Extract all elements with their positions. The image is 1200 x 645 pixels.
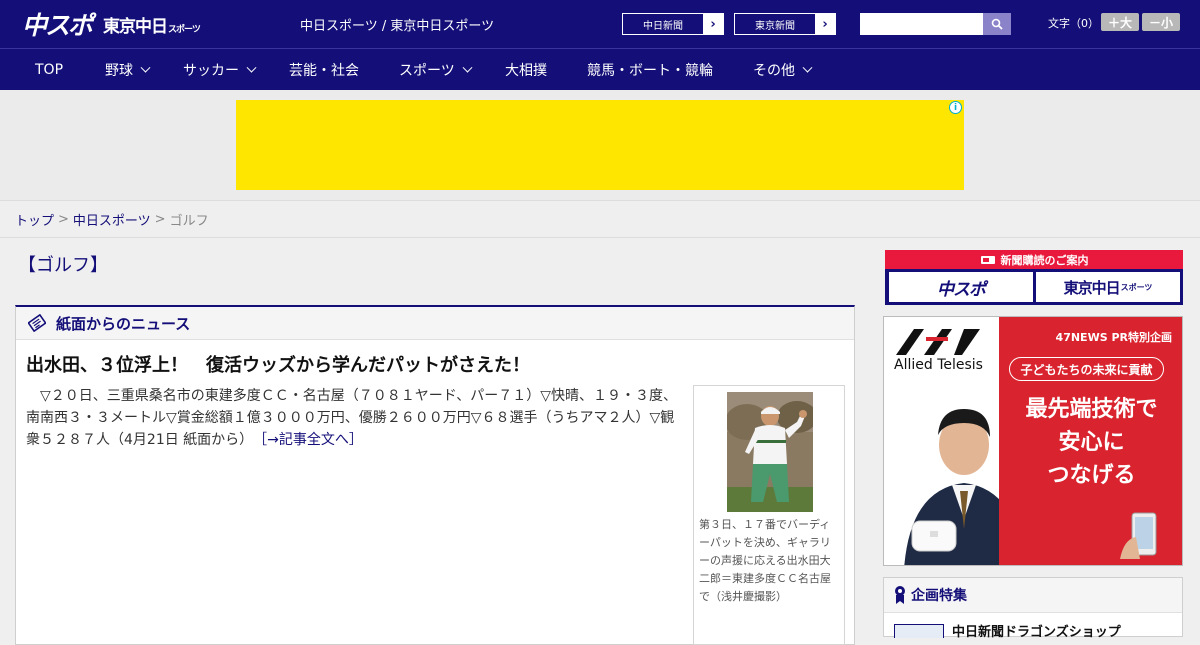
- news-section: 紙面からのニュース 出水田、３位浮上！ 復活ウッズから学んだパットがさえた！ ▽…: [15, 305, 855, 645]
- nav-item-label: 芸能・社会: [289, 63, 359, 79]
- nav-item-label: TOP: [35, 62, 64, 78]
- article-photo[interactable]: [727, 392, 813, 512]
- breadcrumb-top[interactable]: トップ: [15, 210, 54, 229]
- subscribe-tokyo-label: 東京中日: [1063, 278, 1121, 297]
- nav-item-keiba[interactable]: 競馬・ボート・競輪: [587, 49, 713, 91]
- nav-item-other[interactable]: その他: [753, 49, 813, 91]
- nav-item-label: スポーツ: [399, 63, 455, 79]
- font-smaller-button[interactable]: －小: [1142, 13, 1180, 31]
- breadcrumb-separator: >: [58, 211, 69, 227]
- subscription-box: 新聞購読のご案内 中スポ 東京中日 スポーツ: [885, 250, 1183, 305]
- award-ribbon-icon: [895, 586, 905, 604]
- news-section-header: 紙面からのニュース: [16, 307, 854, 340]
- search-input[interactable]: [860, 13, 983, 35]
- pr-line-3: つなげる: [1047, 463, 1136, 488]
- newspaper-icon: [28, 314, 46, 332]
- read-more-link[interactable]: ［→記事全文へ］: [260, 432, 363, 448]
- nav-item-sumo[interactable]: 大相撲: [505, 49, 547, 91]
- logo-sub-text: 東京中日: [103, 16, 168, 37]
- nav-item-label: その他: [753, 63, 795, 79]
- top-header: 中スポ 東京中日スポーツ 中日スポーツ / 東京中日スポーツ 中日新聞 › 東京…: [0, 0, 1200, 48]
- ad-area: i: [0, 90, 1200, 200]
- nav-item-soccer[interactable]: サッカー: [183, 49, 257, 91]
- chevron-right-icon: ›: [703, 14, 723, 34]
- nav-item-entertainment[interactable]: 芸能・社会: [289, 49, 359, 91]
- pr-brand-name: Allied Telesis: [894, 357, 983, 373]
- header-title: 中日スポーツ / 東京中日スポーツ: [300, 19, 495, 34]
- nav-item-label: サッカー: [183, 63, 239, 79]
- nav-item-baseball[interactable]: 野球: [105, 49, 151, 91]
- breadcrumb-chunichi-sports[interactable]: 中日スポーツ: [73, 210, 151, 229]
- article-summary: ▽２０日、三重県桑名市の東建多度ＣＣ・名古屋（７０８１ヤード、パー７１）▽快晴、…: [26, 385, 686, 451]
- pr-headline: 最先端技術で 安心に つなげる: [1004, 393, 1179, 492]
- news-section-title: 紙面からのニュース: [56, 314, 191, 333]
- chevron-down-icon: [246, 62, 257, 73]
- tokyo-shimbun-button[interactable]: 東京新聞 ›: [734, 13, 836, 35]
- chevron-down-icon: [462, 62, 473, 73]
- feature-thumbnail: [894, 623, 944, 638]
- feature-header: 企画特集: [884, 578, 1182, 613]
- logo-chuspo: 中スポ: [22, 11, 93, 40]
- banner-ad[interactable]: [236, 100, 964, 190]
- pr-line-2: 安心に: [1058, 430, 1125, 455]
- feature-box: 企画特集 中日新聞ドラゴンズショップ: [883, 577, 1183, 640]
- subscription-title: 新聞購読のご案内: [1000, 253, 1089, 267]
- phone-in-hand-image: [1120, 512, 1157, 559]
- ad-info-icon[interactable]: i: [949, 101, 962, 114]
- feature-title: 企画特集: [911, 588, 967, 604]
- pr-line-1: 最先端技術で: [1025, 397, 1158, 422]
- nav-item-label: 野球: [105, 63, 133, 79]
- main-nav: TOP 野球 サッカー 芸能・社会 スポーツ 大相撲 競馬・ボート・競輪 その他: [0, 48, 1200, 90]
- pr-subtitle: 子どもたちの未来に貢献: [1009, 357, 1164, 381]
- photo-caption: 第３日、１７番でバーディーパットを決め、ギャラリーの声援に応える出水田大二郎＝東…: [699, 518, 831, 603]
- article-headline[interactable]: 出水田、３位浮上！ 復活ウッズから学んだパットがさえた！: [26, 351, 530, 377]
- subscribe-chuspo-button[interactable]: 中スポ: [889, 272, 1033, 302]
- ticket-icon: [980, 255, 995, 264]
- paper-button-label: 東京新聞: [755, 20, 795, 32]
- chevron-down-icon: [802, 62, 813, 73]
- subscribe-tokyo-small: スポーツ: [1120, 282, 1153, 292]
- feature-link[interactable]: 中日新聞ドラゴンズショップ: [952, 621, 1121, 640]
- nav-item-label: 大相撲: [505, 63, 547, 79]
- subscription-header: 新聞購読のご案内: [885, 250, 1183, 269]
- search-icon: [991, 18, 1003, 30]
- paper-button-label: 中日新聞: [643, 20, 683, 32]
- chevron-right-icon: ›: [815, 14, 835, 34]
- logo-sub-small: スポーツ: [168, 24, 201, 35]
- nav-item-label: 競馬・ボート・競輪: [587, 63, 713, 79]
- nav-item-sports[interactable]: スポーツ: [399, 49, 473, 91]
- chevron-down-icon: [140, 62, 151, 73]
- pr-advertisement[interactable]: Allied Telesis 47NEWS PR特別企画 子どもたちの未来に貢献…: [883, 316, 1183, 566]
- feature-item[interactable]: 中日新聞ドラゴンズショップ: [894, 621, 1121, 640]
- article-photo-box: 第３日、１７番でバーディーパットを決め、ギャラリーの声援に応える出水田大二郎＝東…: [693, 385, 845, 645]
- breadcrumb: トップ > 中日スポーツ > ゴルフ: [0, 200, 1200, 238]
- font-size-label: 文字（0）: [1048, 17, 1099, 30]
- pr-tag: 47NEWS PR特別企画: [1055, 331, 1172, 344]
- main-content: 【ゴルフ】 紙面からのニュース 出水田、３位浮上！ 復活ウッズから学んだパットが…: [0, 239, 1200, 645]
- nav-item-top[interactable]: TOP: [35, 49, 63, 91]
- golfer-photo-image: [727, 392, 813, 512]
- subscribe-chuspo-label: 中スポ: [937, 279, 986, 300]
- allied-telesis-logo: [896, 329, 980, 355]
- font-larger-button[interactable]: ＋大: [1101, 13, 1139, 31]
- chunichi-shimbun-button[interactable]: 中日新聞 ›: [622, 13, 724, 35]
- logo-tokyo-chunichi: 東京中日スポーツ: [103, 12, 201, 37]
- category-title: 【ゴルフ】: [18, 255, 108, 276]
- breadcrumb-separator: >: [154, 211, 166, 227]
- pr-red-panel: 47NEWS PR特別企画 子どもたちの未来に貢献 最先端技術で 安心に つなげ…: [999, 317, 1182, 565]
- subscribe-tokyo-chunichi-button[interactable]: 東京中日 スポーツ: [1036, 272, 1180, 302]
- breadcrumb-current: ゴルフ: [169, 213, 209, 229]
- search-button[interactable]: [983, 13, 1011, 35]
- site-logo[interactable]: 中スポ 東京中日スポーツ: [22, 8, 201, 40]
